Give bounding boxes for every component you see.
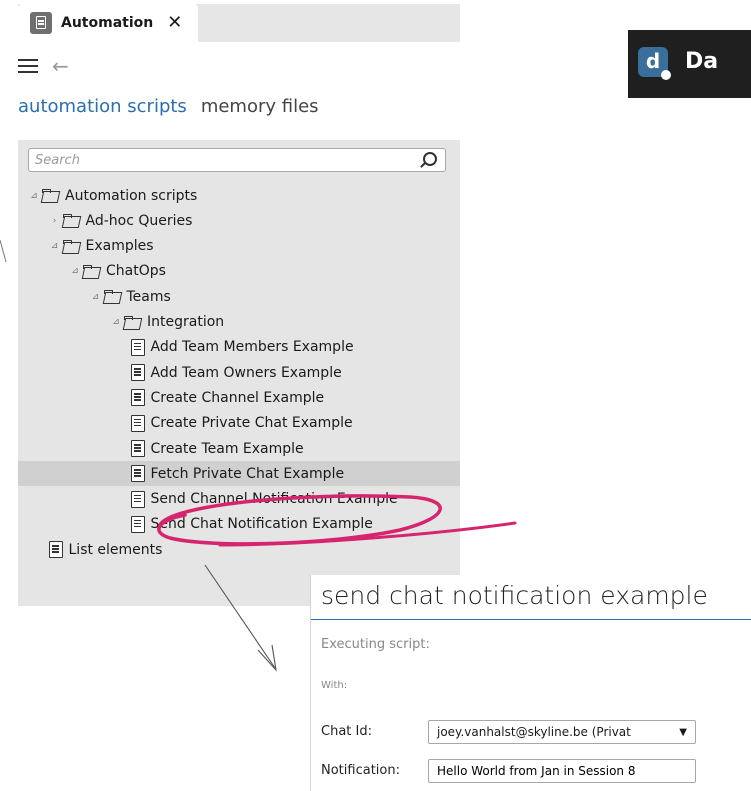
pointer-arrow-head bbox=[257, 644, 277, 672]
folder-icon bbox=[42, 189, 60, 202]
edge-mark bbox=[0, 239, 7, 263]
tree-item[interactable]: Create Channel Example bbox=[18, 385, 460, 410]
folder-icon bbox=[83, 264, 101, 278]
nav-row: ← bbox=[18, 52, 69, 80]
with-label: With: bbox=[321, 680, 348, 691]
tree-item[interactable]: Fetch Private Chat Example bbox=[18, 461, 460, 487]
tree-item[interactable]: List elements bbox=[18, 537, 460, 562]
script-icon bbox=[130, 515, 145, 533]
tree-item-label: Send Chat Notification Example bbox=[150, 516, 373, 533]
dialog-title: send chat notification example bbox=[321, 581, 708, 610]
tree-item-label: Fetch Private Chat Example bbox=[150, 465, 345, 482]
tree-item[interactable]: ⊿ Teams bbox=[18, 284, 460, 309]
tree-item[interactable]: Send Chat Notification Example bbox=[18, 512, 460, 537]
tree-item-label: Examples bbox=[85, 238, 154, 255]
tree-item[interactable]: ⊿ ChatOps bbox=[18, 259, 460, 284]
script-tree-panel: ⊿ Automation scripts › Ad-hoc Queries ⊿ Examp… bbox=[18, 140, 460, 606]
expander-icon[interactable]: ⊿ bbox=[49, 241, 61, 251]
expander-icon[interactable]: ⊿ bbox=[69, 266, 81, 276]
tree-item-label: Add Team Members Example bbox=[150, 339, 354, 356]
tree-item-label: Create Team Example bbox=[150, 440, 304, 457]
tree-item-label: Automation scripts bbox=[65, 187, 198, 204]
subtab-bar: automation scripts memory files bbox=[18, 96, 319, 117]
tree-item-label: Create Channel Example bbox=[150, 389, 325, 406]
tree-item[interactable]: ⊿ Integration bbox=[18, 310, 460, 335]
script-icon bbox=[130, 364, 145, 382]
script-icon bbox=[130, 414, 145, 432]
expander-icon[interactable]: › bbox=[49, 216, 61, 226]
expander-icon[interactable]: ⊿ bbox=[110, 317, 122, 327]
script-icon bbox=[130, 338, 145, 356]
expander-icon[interactable]: ⊿ bbox=[90, 292, 102, 302]
folder-icon bbox=[62, 239, 81, 253]
script-icon bbox=[130, 465, 145, 483]
chat-id-label: Chat Id: bbox=[321, 724, 372, 739]
chat-id-value: joey.vanhalst@skyline.be (Privat bbox=[437, 725, 631, 739]
brand-text: Da bbox=[685, 49, 719, 74]
folder-icon bbox=[124, 315, 142, 329]
tree-item-label: ChatOps bbox=[106, 263, 166, 280]
expander-icon[interactable]: ⊿ bbox=[28, 191, 40, 201]
search-input[interactable] bbox=[29, 149, 421, 172]
search-icon[interactable] bbox=[423, 152, 437, 166]
tab-automation-scripts[interactable]: automation scripts bbox=[18, 96, 187, 117]
folder-icon bbox=[103, 290, 122, 303]
notification-input[interactable] bbox=[428, 759, 696, 783]
tree-item-label: Teams bbox=[126, 288, 171, 305]
automation-app-icon bbox=[30, 12, 52, 34]
tree-item-label: Create Private Chat Example bbox=[150, 415, 353, 432]
brand-logo-dot bbox=[661, 70, 671, 80]
tree-item[interactable]: Add Team Members Example bbox=[18, 335, 460, 360]
script-icon bbox=[130, 389, 145, 407]
notification-label: Notification: bbox=[321, 763, 400, 778]
dropdown-arrow-icon[interactable]: ▼ bbox=[679, 727, 687, 738]
tree-item-label: Ad-hoc Queries bbox=[85, 212, 193, 229]
script-icon bbox=[130, 440, 145, 457]
tree-item[interactable]: ⊿ Examples bbox=[18, 234, 460, 259]
tree-item-label: Send Channel Notification Example bbox=[150, 491, 398, 508]
search-box bbox=[28, 148, 446, 172]
folder-icon bbox=[62, 214, 81, 227]
tab-strip: Automation ✕ bbox=[18, 4, 460, 42]
executing-label: Executing script: bbox=[321, 637, 430, 652]
tree-item[interactable]: ⊿ Automation scripts bbox=[18, 183, 460, 208]
tree-item-label: Add Team Owners Example bbox=[150, 364, 342, 381]
tree-item[interactable]: Create Team Example bbox=[18, 436, 460, 461]
brand-badge: d Da bbox=[628, 30, 751, 98]
tab-memory-files[interactable]: memory files bbox=[201, 96, 319, 117]
back-arrow-icon[interactable]: ← bbox=[52, 54, 69, 78]
tree-item[interactable]: Send Channel Notification Example bbox=[18, 487, 460, 512]
script-execution-dialog: send chat notification example Executing… bbox=[310, 575, 751, 791]
tree-item[interactable]: Create Private Chat Example bbox=[18, 411, 460, 436]
close-icon[interactable]: ✕ bbox=[167, 14, 182, 32]
tree-item-label: Integration bbox=[147, 314, 225, 330]
script-icon bbox=[48, 541, 63, 559]
tab-title: Automation bbox=[61, 15, 154, 31]
title-divider bbox=[311, 619, 751, 620]
tree-item-label: List elements bbox=[68, 541, 163, 558]
tab-automation[interactable]: Automation ✕ bbox=[18, 4, 198, 42]
script-icon bbox=[130, 490, 145, 508]
chat-id-dropdown[interactable]: joey.vanhalst@skyline.be (Privat ▼ bbox=[428, 720, 696, 744]
tree-item[interactable]: Add Team Owners Example bbox=[18, 360, 460, 385]
tree-item[interactable]: › Ad-hoc Queries bbox=[18, 208, 460, 233]
hamburger-icon[interactable] bbox=[18, 59, 38, 73]
